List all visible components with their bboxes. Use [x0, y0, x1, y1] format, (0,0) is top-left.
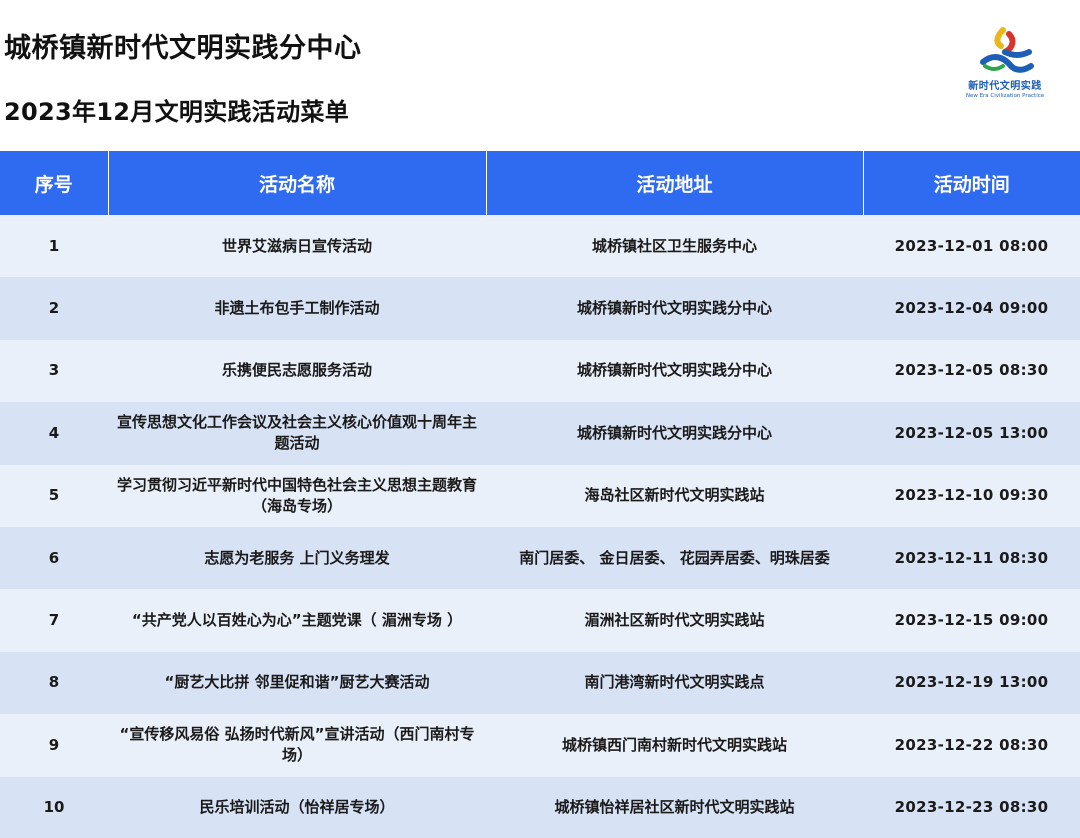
table-row: 4 宣传思想文化工作会议及社会主义核心价值观十周年主题活动 城桥镇新时代文明实践… — [0, 402, 1080, 465]
cell-no: 6 — [0, 526, 108, 590]
page-subtitle: 2023年12月文明实践活动菜单 — [4, 98, 349, 126]
logo-en-text: New Era Civilization Practice — [965, 93, 1045, 99]
cell-address: 湄洲社区新时代文明实践站 — [486, 589, 863, 652]
table-row: 1 世界艾滋病日宣传活动 城桥镇社区卫生服务中心 2023-12-01 08:0… — [0, 215, 1080, 278]
cell-name: “厨艺大比拼 邻里促和谐”厨艺大赛活动 — [108, 651, 486, 715]
header-name: 活动名称 — [108, 151, 487, 215]
cell-name: 民乐培训活动（怡祥居专场） — [108, 776, 486, 838]
header-time: 活动时间 — [863, 151, 1080, 215]
cell-name: 世界艾滋病日宣传活动 — [108, 215, 486, 278]
cell-name: “宣传移风易俗 弘扬时代新风”宣讲活动（西门南村专场） — [108, 714, 486, 777]
activity-table: 序号 活动名称 活动地址 活动时间 1 世界艾滋病日宣传活动 城桥镇社区卫生服务… — [0, 151, 1080, 838]
cell-address: 海岛社区新时代文明实践站 — [486, 464, 863, 527]
logo-emblem-icon — [980, 27, 1034, 73]
cell-address: 城桥镇西门南村新时代文明实践站 — [486, 714, 863, 777]
cell-name: “共产党人以百姓心为心”主题党课（ 湄洲专场 ） — [108, 589, 486, 652]
civilization-practice-logo: 新时代文明实践 New Era Civilization Practice — [952, 26, 1058, 110]
page-title: 城桥镇新时代文明实践分中心 — [4, 33, 362, 64]
table-row: 3 乐携便民志愿服务活动 城桥镇新时代文明实践分中心 2023-12-05 08… — [0, 339, 1080, 403]
cell-time: 2023-12-19 13:00 — [863, 651, 1080, 715]
cell-no: 5 — [0, 464, 108, 527]
table-row: 10 民乐培训活动（怡祥居专场） 城桥镇怡祥居社区新时代文明实践站 2023-1… — [0, 776, 1080, 838]
cell-name: 非遗土布包手工制作活动 — [108, 277, 486, 340]
cell-address: 南门港湾新时代文明实践点 — [486, 651, 863, 715]
table-row: 2 非遗土布包手工制作活动 城桥镇新时代文明实践分中心 2023-12-04 0… — [0, 277, 1080, 340]
cell-no: 3 — [0, 339, 108, 403]
cell-no: 1 — [0, 215, 108, 278]
cell-time: 2023-12-04 09:00 — [863, 277, 1080, 340]
cell-address: 城桥镇新时代文明实践分中心 — [486, 402, 863, 465]
cell-address: 城桥镇怡祥居社区新时代文明实践站 — [486, 776, 863, 838]
table-row: 8 “厨艺大比拼 邻里促和谐”厨艺大赛活动 南门港湾新时代文明实践点 2023-… — [0, 651, 1080, 715]
cell-address: 城桥镇社区卫生服务中心 — [486, 215, 863, 278]
cell-time: 2023-12-05 13:00 — [863, 402, 1080, 465]
table-row: 5 学习贯彻习近平新时代中国特色社会主义思想主题教育（海岛专场） 海岛社区新时代… — [0, 464, 1080, 527]
table-row: 9 “宣传移风易俗 弘扬时代新风”宣讲活动（西门南村专场） 城桥镇西门南村新时代… — [0, 714, 1080, 777]
cell-no: 2 — [0, 277, 108, 340]
cell-name: 志愿为老服务 上门义务理发 — [108, 526, 486, 590]
table-row: 7 “共产党人以百姓心为心”主题党课（ 湄洲专场 ） 湄洲社区新时代文明实践站 … — [0, 589, 1080, 652]
cell-time: 2023-12-01 08:00 — [863, 215, 1080, 278]
cell-address: 城桥镇新时代文明实践分中心 — [486, 277, 863, 340]
table-row: 6 志愿为老服务 上门义务理发 南门居委、 金日居委、 花园弄居委、明珠居委 2… — [0, 526, 1080, 590]
cell-address: 南门居委、 金日居委、 花园弄居委、明珠居委 — [486, 526, 863, 590]
header-address: 活动地址 — [486, 151, 864, 215]
cell-time: 2023-12-11 08:30 — [863, 526, 1080, 590]
cell-name: 学习贯彻习近平新时代中国特色社会主义思想主题教育（海岛专场） — [108, 464, 486, 527]
cell-no: 4 — [0, 402, 108, 465]
cell-name: 宣传思想文化工作会议及社会主义核心价值观十周年主题活动 — [108, 402, 486, 465]
cell-time: 2023-12-22 08:30 — [863, 714, 1080, 777]
cell-time: 2023-12-10 09:30 — [863, 464, 1080, 527]
cell-time: 2023-12-23 08:30 — [863, 776, 1080, 838]
logo-cn-text: 新时代文明实践 — [968, 81, 1042, 92]
cell-no: 8 — [0, 651, 108, 715]
cell-no: 9 — [0, 714, 108, 777]
cell-no: 10 — [0, 776, 108, 838]
cell-time: 2023-12-15 09:00 — [863, 589, 1080, 652]
cell-name: 乐携便民志愿服务活动 — [108, 339, 486, 403]
cell-no: 7 — [0, 589, 108, 652]
cell-address: 城桥镇新时代文明实践分中心 — [486, 339, 863, 403]
table-header-row: 序号 活动名称 活动地址 活动时间 — [0, 151, 1080, 215]
cell-time: 2023-12-05 08:30 — [863, 339, 1080, 403]
header-no: 序号 — [0, 151, 109, 215]
